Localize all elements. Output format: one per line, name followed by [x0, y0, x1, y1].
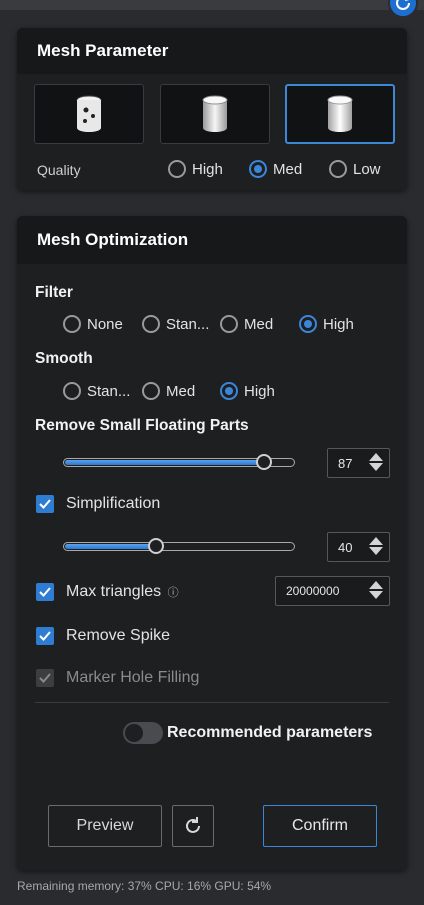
spin-up-icon[interactable] [369, 453, 383, 461]
spin-up-icon[interactable] [369, 581, 383, 589]
filter-radio-high-label: High [323, 315, 354, 333]
reset-button[interactable] [172, 805, 214, 847]
max-triangles-text: Max triangles [66, 583, 162, 600]
smooth-radio-med-label: Med [166, 382, 196, 400]
floating-parts-slider-fill [65, 460, 264, 465]
filter-label: Filter [35, 284, 73, 301]
quality-med-button[interactable] [160, 84, 270, 144]
toggle-knob [125, 724, 143, 742]
remove-floating-parts-label: Remove Small Floating Parts [35, 417, 249, 434]
quality-high-button[interactable] [34, 84, 144, 144]
max-triangles-value: 20000000 [286, 584, 340, 598]
quality-radio-high-label: High [192, 160, 223, 178]
info-icon[interactable]: ⓘ [168, 587, 179, 599]
filter-radio-standard[interactable]: Stan... [142, 315, 209, 333]
max-triangles-checkbox[interactable] [36, 583, 54, 601]
marker-hole-filling-label: Marker Hole Filling [66, 669, 200, 686]
simplification-slider-fill [65, 544, 155, 549]
spin-down-icon[interactable] [369, 463, 383, 471]
remove-spike-label: Remove Spike [66, 627, 171, 644]
cylinder-smooth-icon [327, 95, 353, 132]
filter-radio-none[interactable]: None [63, 315, 123, 333]
smooth-radio-med[interactable]: Med [142, 382, 195, 400]
simplification-slider[interactable] [63, 538, 295, 554]
smooth-radio-standard[interactable]: Stan... [63, 382, 130, 400]
checkmark-icon [39, 499, 51, 509]
quality-radio-med[interactable]: Med [249, 160, 302, 178]
floating-parts-spinbox[interactable]: 87 [327, 448, 390, 478]
floating-parts-slider-handle[interactable] [256, 454, 273, 470]
refresh-icon [186, 817, 200, 833]
cylinder-icon [202, 95, 228, 132]
checkmark-icon [39, 673, 51, 683]
floating-parts-slider[interactable] [63, 454, 295, 470]
marker-hole-filling-checkbox [36, 669, 54, 687]
filter-radio-med-label: Med [244, 315, 274, 333]
smooth-radio-standard-label: Stan... [87, 382, 131, 400]
mesh-parameter-panel: Mesh Parameter Quality High Med Low [17, 28, 407, 190]
max-triangles-label: Max triangles ⓘ [66, 583, 179, 601]
spin-down-icon[interactable] [369, 591, 383, 599]
top-bar [0, 0, 424, 10]
simplification-checkbox[interactable] [36, 495, 54, 513]
smooth-label: Smooth [35, 350, 93, 367]
simplification-spinbox[interactable]: 40 [327, 532, 390, 562]
filter-radio-standard-label: Stan... [166, 315, 210, 333]
max-triangles-spinbox[interactable]: 20000000 [275, 576, 390, 606]
quality-low-button[interactable] [285, 84, 395, 144]
smooth-radio-high-label: High [244, 382, 275, 400]
recommended-parameters-label: Recommended parameters [167, 724, 373, 741]
divider [35, 702, 389, 703]
quality-radio-med-label: Med [273, 160, 303, 178]
mesh-parameter-title: Mesh Parameter [17, 28, 407, 74]
spin-up-icon[interactable] [369, 537, 383, 545]
quality-radio-low-label: Low [353, 160, 381, 178]
recommended-parameters-toggle[interactable] [123, 722, 163, 744]
confirm-button[interactable]: Confirm [263, 805, 377, 847]
spin-down-icon[interactable] [369, 547, 383, 555]
mesh-optimization-panel: Mesh Optimization Filter None Stan... Me… [17, 216, 407, 870]
remove-spike-checkbox[interactable] [36, 627, 54, 645]
status-bar: Remaining memory: 37% CPU: 16% GPU: 54% [17, 879, 272, 893]
filter-radio-med[interactable]: Med [220, 315, 273, 333]
quality-label: Quality [37, 162, 81, 178]
checkmark-icon [39, 587, 51, 597]
quality-radio-low[interactable]: Low [329, 160, 381, 178]
floating-parts-value: 87 [338, 455, 353, 471]
cylinder-holes-icon [76, 95, 102, 132]
mesh-optimization-title: Mesh Optimization [17, 216, 407, 264]
filter-radio-none-label: None [87, 315, 123, 333]
simplification-value: 40 [338, 539, 353, 555]
preview-button[interactable]: Preview [48, 805, 162, 847]
filter-radio-high[interactable]: High [299, 315, 354, 333]
sync-icon[interactable] [388, 0, 418, 18]
quality-radio-high[interactable]: High [168, 160, 223, 178]
checkmark-icon [39, 631, 51, 641]
simplification-slider-handle[interactable] [148, 538, 164, 554]
simplification-label: Simplification [66, 495, 161, 512]
smooth-radio-high[interactable]: High [220, 382, 275, 400]
